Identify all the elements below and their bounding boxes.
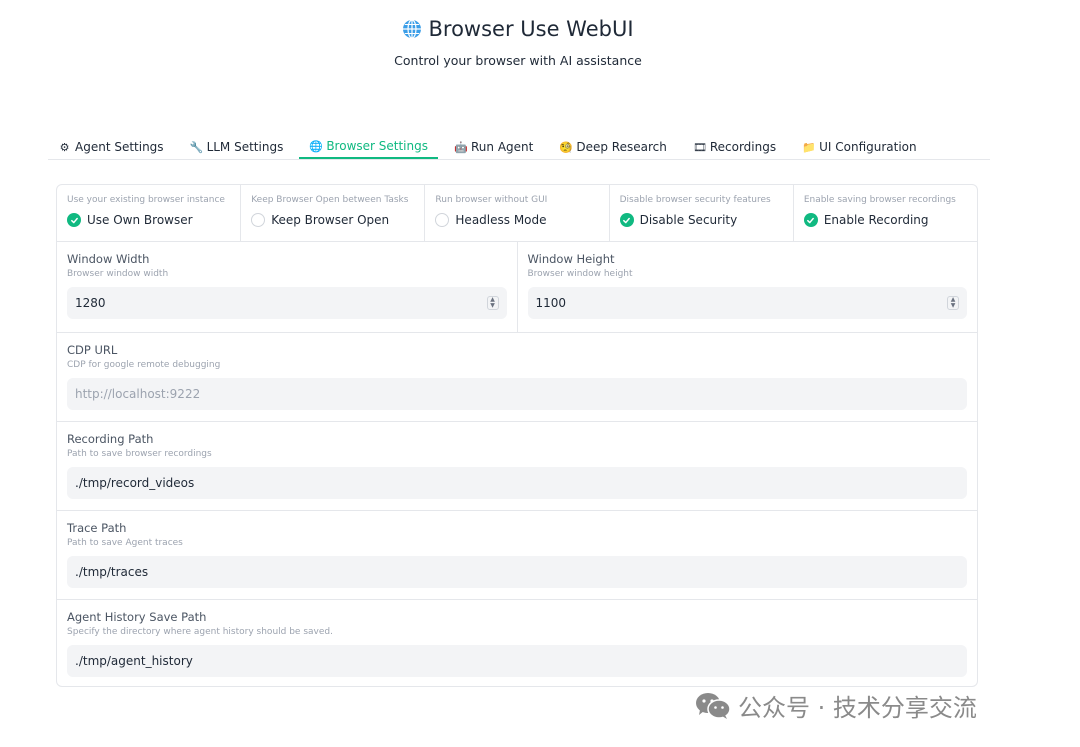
checkbox-checked-icon[interactable] [803,213,818,227]
checkbox-label: Disable Security [639,213,738,227]
tab-label: LLM Settings [206,140,284,154]
headless-mode-checkbox[interactable]: Headless Mode [435,213,598,227]
window-width-value: 1280 [75,296,106,310]
tab-label: Agent Settings [75,140,164,154]
wrench-icon: 🔧 [189,140,204,154]
number-stepper-icon[interactable]: ▲ ▼ [486,296,499,310]
window-height-value: 1100 [535,296,567,310]
page-title-text: Browser Use WebUI [428,17,634,41]
window-height-info: Browser window height [527,269,633,279]
tab-bar: ⚙ Agent Settings 🔧 LLM Settings 🌐 Browse… [48,134,990,160]
window-width-input[interactable]: 1280 ▲ ▼ [67,287,507,319]
trace-path-input[interactable]: ./tmp/traces [67,556,967,588]
tab-label: Run Agent [471,140,534,154]
cdp-url-placeholder: http://localhost:9222 [75,387,201,401]
recording-path-input[interactable]: ./tmp/record_videos [67,467,967,499]
globe-icon [403,19,422,39]
checkbox-info: Disable browser security features [619,195,771,205]
tab-label: UI Configuration [819,140,917,154]
wechat-icon [696,692,731,719]
checkbox-checked-icon[interactable] [619,213,634,227]
browser-options-row: Use your existing browser instance Use O… [57,185,977,242]
keep-browser-open-checkbox[interactable]: Keep Browser Open [251,213,414,227]
number-stepper-icon[interactable]: ▲ ▼ [947,296,959,310]
checkbox-info: Enable saving browser recordings [803,195,956,205]
globe-icon: 🌐 [309,139,324,153]
watermark: 公众号 · 技术分享交流 [694,688,977,723]
tab-recordings[interactable]: 🎞 Recordings [683,135,786,159]
robot-icon: 🤖 [454,140,468,154]
checkbox-label: Use Own Browser [87,213,193,227]
keep-browser-open-group: Keep Browser Open between Tasks Keep Bro… [241,185,426,241]
checkbox-info: Keep Browser Open between Tasks [251,195,409,205]
trace-path-label: Trace Path [67,521,127,535]
trace-path-info: Path to save Agent traces [67,538,183,548]
enable-recording-checkbox[interactable]: Enable Recording [803,213,967,227]
checkbox-label: Headless Mode [455,213,547,227]
agent-history-path-info: Specify the directory where agent histor… [67,627,333,637]
agent-history-path-input[interactable]: ./tmp/agent_history [67,645,967,677]
cdp-url-label: CDP URL [67,343,118,357]
checkbox-info: Use your existing browser instance [67,195,225,205]
page-subtitle: Control your browser with AI assistance [394,53,642,68]
use-own-browser-checkbox[interactable]: Use Own Browser [67,213,230,227]
recording-path-label: Recording Path [67,432,154,446]
disable-security-checkbox[interactable]: Disable Security [619,213,783,227]
checkbox-label: Enable Recording [823,213,929,227]
window-height-label: Window Height [527,252,615,266]
window-height-group: Window Height Browser window height 1100… [518,242,978,332]
checkbox-info: Run browser without GUI [435,195,548,205]
checkbox-label: Keep Browser Open [271,213,390,227]
watermark-text: 公众号 · 技术分享交流 [738,694,977,722]
enable-recording-group: Enable saving browser recordings Enable … [794,185,977,241]
tab-run-agent[interactable]: 🤖 Run Agent [444,135,543,159]
use-own-browser-group: Use your existing browser instance Use O… [57,185,242,241]
tab-browser-settings[interactable]: 🌐 Browser Settings [299,135,438,159]
headless-mode-group: Run browser without GUI Headless Mode [425,185,610,241]
agent-history-path-group: Agent History Save Path Specify the dire… [57,600,977,686]
magnifier-icon: 🧐 [559,140,574,154]
checkbox-unchecked-icon[interactable] [435,213,450,227]
page-title: Browser Use WebUI [402,14,634,44]
agent-history-path-value: ./tmp/agent_history [75,654,193,668]
tab-label: Deep Research [576,140,667,154]
cdp-url-input[interactable]: http://localhost:9222 [67,378,967,410]
page-header: Browser Use WebUI Control your browser w… [0,14,1036,68]
tab-llm-settings[interactable]: 🔧 LLM Settings [180,135,294,159]
agent-history-path-label: Agent History Save Path [67,610,207,624]
window-width-group: Window Width Browser window width 1280 ▲… [57,242,518,332]
recording-path-group: Recording Path Path to save browser reco… [57,422,977,511]
recording-path-value: ./tmp/record_videos [75,476,195,490]
tab-label: Recordings [709,140,777,154]
gear-icon: ⚙ [59,140,70,154]
recording-path-info: Path to save browser recordings [67,449,212,459]
film-icon: 🎞 [692,140,707,154]
window-height-input[interactable]: 1100 ▲ ▼ [527,287,967,319]
trace-path-group: Trace Path Path to save Agent traces ./t… [57,511,977,600]
disable-security-group: Disable browser security features Disabl… [610,185,794,241]
tab-label: Browser Settings [326,139,428,153]
cdp-url-group: CDP URL CDP for google remote debugging … [57,333,977,422]
checkbox-checked-icon[interactable] [67,213,81,227]
window-size-row: Window Width Browser window width 1280 ▲… [57,242,977,333]
tab-agent-settings[interactable]: ⚙ Agent Settings [48,135,174,159]
folder-icon: 📁 [802,140,816,154]
browser-settings-panel: Use your existing browser instance Use O… [56,184,978,687]
tab-ui-configuration[interactable]: 📁 UI Configuration [792,135,927,159]
tab-deep-research[interactable]: 🧐 Deep Research [549,135,676,159]
window-width-label: Window Width [67,252,150,266]
cdp-url-info: CDP for google remote debugging [67,360,221,370]
trace-path-value: ./tmp/traces [75,565,149,579]
window-width-info: Browser window width [67,269,169,279]
checkbox-unchecked-icon[interactable] [251,213,266,227]
